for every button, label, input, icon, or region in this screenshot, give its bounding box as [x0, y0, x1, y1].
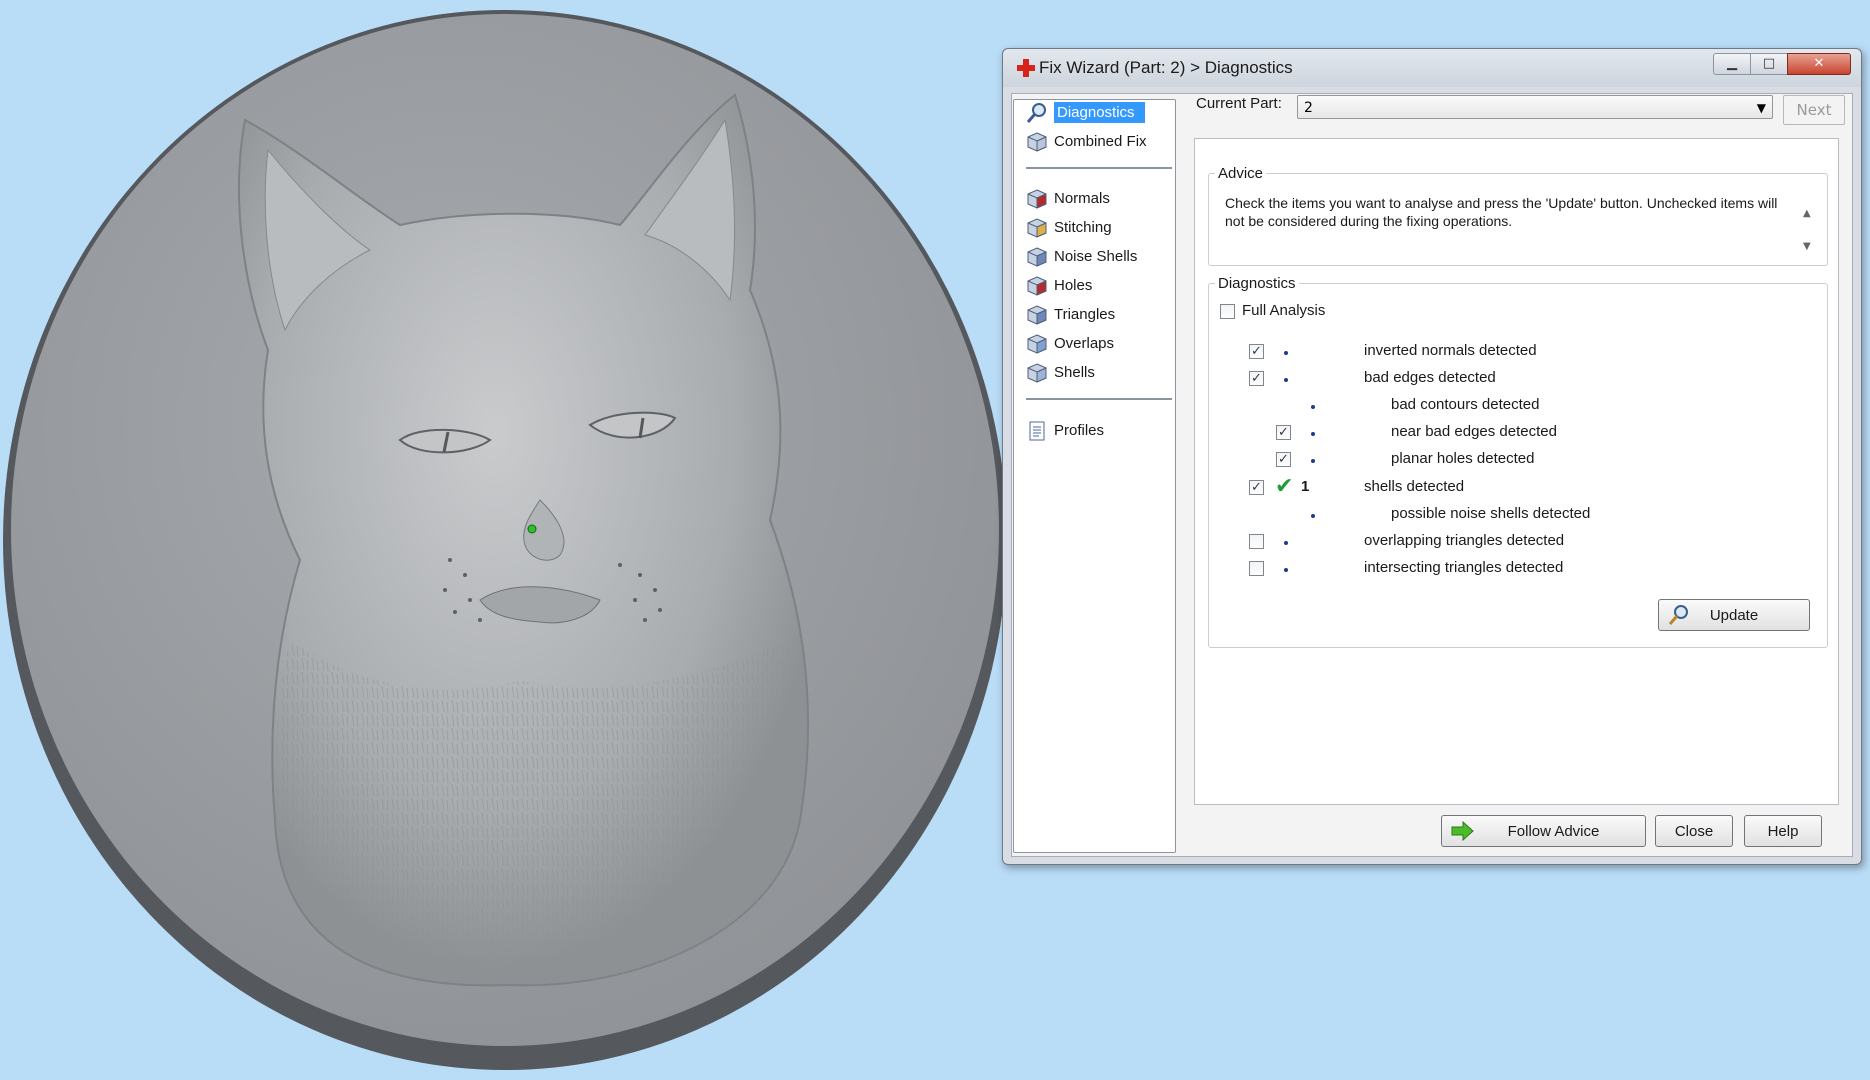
diagnostic-checkbox[interactable]: ✓ [1249, 371, 1264, 386]
diagnostic-label: possible noise shells detected [1391, 505, 1591, 522]
3d-viewport[interactable] [0, 0, 1010, 1080]
diagnostic-label: bad contours detected [1391, 396, 1540, 413]
diagnostic-label: intersecting triangles detected [1364, 559, 1564, 576]
sidebar-separator [1026, 167, 1172, 169]
advice-group: Advice Check the items you want to analy… [1208, 165, 1828, 266]
sidebar-item-label: Diagnostics [1054, 102, 1145, 123]
sidebar-item-label: Combined Fix [1054, 133, 1147, 150]
title-bar[interactable]: Fix Wizard (Part: 2) > Diagnostics ▁ □ ✕ [1003, 49, 1861, 87]
current-part-value: 2 [1304, 100, 1313, 116]
diagnostic-count: 1 [1301, 478, 1310, 495]
triangles-cube-icon [1027, 304, 1047, 325]
diagnostic-checkbox[interactable] [1249, 561, 1264, 576]
sidebar-item-diagnostics[interactable]: Diagnostics [1026, 100, 1172, 125]
magnifier-icon [1026, 102, 1046, 123]
diagnostic-label: inverted normals detected [1364, 342, 1537, 359]
diagnostic-label: planar holes detected [1391, 450, 1535, 467]
current-part-select[interactable]: 2 ▼ [1297, 95, 1773, 119]
sidebar-item-overlaps[interactable]: Overlaps [1026, 331, 1172, 356]
advice-text: Check the items you want to analyse and … [1225, 195, 1778, 229]
sidebar-item-label: Shells [1054, 364, 1095, 381]
sidebar-separator [1026, 398, 1172, 400]
sidebar-item-shells[interactable]: Shells [1026, 360, 1172, 385]
sidebar-item-stitching[interactable]: Stitching [1026, 215, 1172, 240]
sidebar-item-label: Noise Shells [1054, 248, 1138, 265]
status-dot [1311, 459, 1315, 463]
status-dot [1311, 514, 1315, 518]
sidebar-item-triangles[interactable]: Triangles [1026, 302, 1172, 327]
noise-shells-icon [1027, 246, 1047, 267]
current-part-label: Current Part: [1196, 95, 1282, 112]
stitching-cube-icon [1027, 217, 1047, 238]
update-label: Update [1709, 607, 1759, 624]
sidebar-item-normals[interactable]: Normals [1026, 186, 1172, 211]
sidebar-item-noise-shells[interactable]: Noise Shells [1026, 244, 1172, 269]
full-analysis-label: Full Analysis [1242, 302, 1326, 319]
next-button[interactable]: Next [1783, 95, 1845, 125]
help-button[interactable]: Help [1744, 815, 1822, 847]
sidebar-item-label: Normals [1054, 190, 1110, 207]
dropdown-arrow-icon: ▼ [1756, 101, 1766, 115]
sidebar-item-label: Triangles [1054, 306, 1116, 323]
sidebar-item-label: Stitching [1054, 219, 1112, 236]
diagnostic-label: near bad edges detected [1391, 423, 1557, 440]
full-analysis-checkbox[interactable] [1220, 304, 1235, 319]
status-dot [1311, 405, 1315, 409]
diagnostic-checkbox[interactable]: ✓ [1276, 425, 1291, 440]
status-dot [1311, 432, 1315, 436]
status-dot [1284, 351, 1288, 355]
diagnostics-legend: Diagnostics [1218, 275, 1296, 292]
follow-advice-button[interactable]: Follow Advice [1441, 815, 1646, 847]
overlaps-cube-icon [1027, 333, 1047, 354]
pick-point-marker [527, 524, 537, 534]
diagnostic-checkbox[interactable]: ✓ [1276, 452, 1291, 467]
diagnostic-label: overlapping triangles detected [1364, 532, 1565, 549]
follow-advice-label: Follow Advice [1507, 823, 1600, 840]
sidebar-item-combined-fix[interactable]: Combined Fix [1026, 129, 1172, 154]
advice-legend: Advice [1218, 165, 1264, 182]
minimize-button[interactable]: ▁ [1713, 53, 1751, 75]
magnifier-icon [1668, 605, 1688, 625]
wizard-sidebar [1013, 99, 1176, 853]
cat-relief-model [3, 10, 1007, 1070]
green-check-icon: ✔ [1275, 474, 1294, 499]
shells-cube-icon [1027, 362, 1047, 383]
update-button[interactable]: Update [1658, 599, 1810, 631]
green-arrow-icon [1451, 820, 1474, 842]
sidebar-item-profiles[interactable]: Profiles [1026, 418, 1172, 443]
dialog-title: Fix Wizard (Part: 2) > Diagnostics [1039, 58, 1293, 77]
diagnostic-checkbox[interactable]: ✓ [1249, 480, 1264, 495]
diagnostic-label: bad edges detected [1364, 369, 1496, 386]
diagnostic-checkbox[interactable] [1249, 534, 1264, 549]
sidebar-item-label: Overlaps [1054, 335, 1115, 352]
normals-cube-icon [1027, 188, 1047, 209]
close-window-button[interactable]: ✕ [1787, 53, 1851, 75]
status-dot [1284, 378, 1288, 382]
sidebar-item-label: Holes [1054, 277, 1093, 294]
diagnostic-label: shells detected [1364, 478, 1465, 495]
advice-scrollbar[interactable]: ▲ ▼ [1803, 208, 1821, 258]
diagnostic-checkbox[interactable]: ✓ [1249, 344, 1264, 359]
maximize-button[interactable]: □ [1750, 53, 1788, 75]
status-dot [1284, 541, 1288, 545]
holes-cube-icon [1027, 275, 1047, 296]
profiles-document-icon [1029, 421, 1045, 440]
sidebar-item-label: Profiles [1054, 422, 1105, 439]
combined-fix-icon [1027, 131, 1047, 152]
red-cross-icon [1017, 59, 1035, 77]
sidebar-item-holes[interactable]: Holes [1026, 273, 1172, 298]
status-dot [1284, 568, 1288, 572]
close-button[interactable]: Close [1655, 815, 1733, 847]
